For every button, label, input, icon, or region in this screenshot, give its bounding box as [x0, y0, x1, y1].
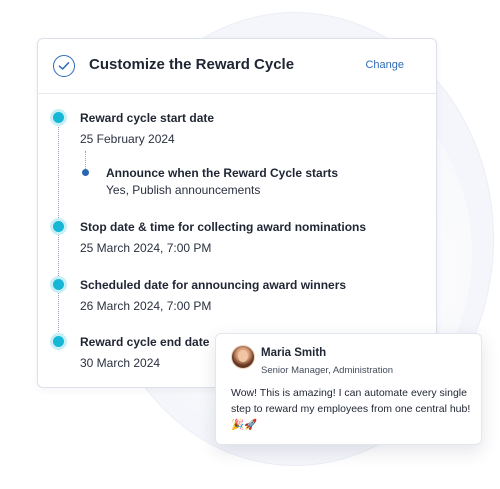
timeline-node: [53, 112, 64, 123]
winners-announce-title: Scheduled date for announcing award winn…: [80, 278, 347, 292]
end-date-title: Reward cycle end date: [80, 335, 210, 349]
checkmark-icon: [58, 62, 70, 70]
nomination-stop-title: Stop date & time for collecting award no…: [80, 220, 367, 234]
change-link[interactable]: Change: [365, 59, 404, 71]
card-title: Customize the Reward Cycle: [89, 56, 295, 73]
winners-announce-value: 26 March 2024, 7:00 PM: [80, 299, 212, 313]
announce-title: Announce when the Reward Cycle starts: [106, 166, 339, 180]
comment-text: Wow! This is amazing! I can automate eve…: [231, 387, 471, 431]
avatar-face: [238, 350, 248, 362]
start-date-value: 25 February 2024: [80, 132, 175, 146]
nomination-stop-value: 25 March 2024, 7:00 PM: [80, 241, 212, 255]
start-date-title: Reward cycle start date: [80, 111, 215, 125]
announce-value: Yes, Publish announcements: [106, 183, 261, 197]
illustration-stage: Customize the Reward Cycle Change Reward…: [0, 0, 500, 489]
timeline-node: [53, 279, 64, 290]
commenter-name: Maria Smith: [261, 347, 327, 359]
testimonial-comment-card: Maria Smith Senior Manager, Administrati…: [215, 333, 482, 445]
end-date-value: 30 March 2024: [80, 356, 161, 370]
timeline-node: [53, 221, 64, 232]
card-header: Customize the Reward Cycle Change: [38, 39, 436, 94]
commenter-role: Senior Manager, Administration: [261, 365, 394, 376]
timeline-node: [53, 336, 64, 347]
timeline-subnode: [82, 169, 89, 176]
avatar: [231, 345, 255, 369]
check-circle-icon: [53, 55, 75, 77]
